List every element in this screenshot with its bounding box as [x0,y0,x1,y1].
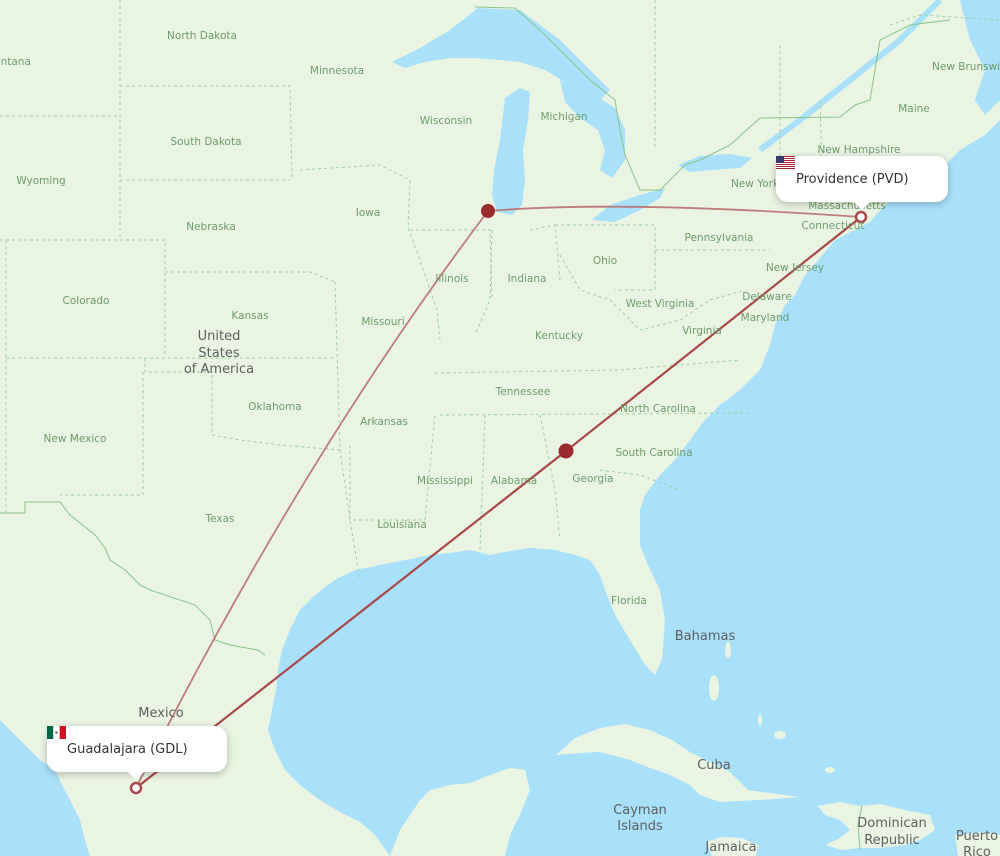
state-label: Texas [204,513,234,525]
origin-label: Guadalajara (GDL) [67,741,188,757]
destination-callout[interactable]: Providence (PVD) [776,156,948,210]
jamaica-label: Jamaica [704,840,756,855]
state-label: Florida [611,595,647,607]
state-label: Delaware [742,291,791,303]
puerto-rico-label-line: Rico [963,845,991,856]
state-label: Louisiana [377,519,427,531]
puerto-rico-label-line: Puerto [956,829,998,844]
origin-callout[interactable]: Guadalajara (GDL) [47,726,227,780]
state-label: Colorado [63,295,110,307]
state-label: Virginia [682,325,722,337]
mexico-label: Mexico [138,706,183,721]
state-label: Michigan [540,111,587,123]
state-label: Iowa [356,207,381,219]
chicago-stopover-marker[interactable] [481,204,495,218]
state-label: Connecticut [802,220,865,232]
state-label: Alabama [491,475,537,487]
bahamas-label: Bahamas [675,629,736,644]
state-label: New Brunswick [932,61,1000,73]
state-label: North Dakota [167,30,237,42]
state-label: South Carolina [615,447,692,459]
usa-flag-icon [776,156,795,169]
state-label: Kansas [231,310,268,322]
gdl-airport-marker[interactable] [129,781,143,795]
atlanta-stopover-marker[interactable] [558,443,574,459]
united-states-label-line: of America [184,362,254,377]
state-label: Tennessee [495,386,551,398]
state-label: Kentucky [535,330,583,342]
state-label: New York [731,178,780,190]
state-label: Maine [898,103,930,115]
dominican-republic-label-line: Dominican [857,816,926,831]
state-label: West Virginia [626,298,695,310]
state-label: New Jersey [766,262,824,274]
state-label: Mississippi [417,475,473,487]
state-label: Ohio [593,255,617,267]
cayman-islands-label-line: Cayman [613,803,667,818]
state-label: South Dakota [170,136,241,148]
united-states-label-line: States [198,346,239,361]
state-label: Maryland [741,312,790,324]
state-label: Wisconsin [420,115,472,127]
state-label: Georgia [572,473,613,485]
united-states-label-line: United [198,329,241,344]
destination-label: Providence (PVD) [796,171,909,187]
state-label: Wyoming [16,175,65,187]
state-label: Missouri [361,316,404,328]
cayman-islands-label-line: Islands [617,819,663,834]
state-label: Nebraska [186,221,236,233]
state-label: Montana [0,56,31,68]
state-label: North Carolina [620,403,696,415]
state-label: New Hampshire [817,144,900,156]
cuba-label: Cuba [697,758,731,773]
state-label: Minnesota [310,65,364,77]
state-label: Illinois [435,273,468,285]
route-map[interactable]: North Dakota Montana Minnesota South Dak… [0,0,1000,856]
state-label: Pennsylvania [685,232,754,244]
state-label: Indiana [508,273,547,285]
dominican-republic-label-line: Republic [864,833,920,848]
mexico-flag-icon [47,726,66,739]
state-label: Oklahoma [248,401,301,413]
state-label: Arkansas [360,416,408,428]
state-label: New Mexico [44,433,107,445]
